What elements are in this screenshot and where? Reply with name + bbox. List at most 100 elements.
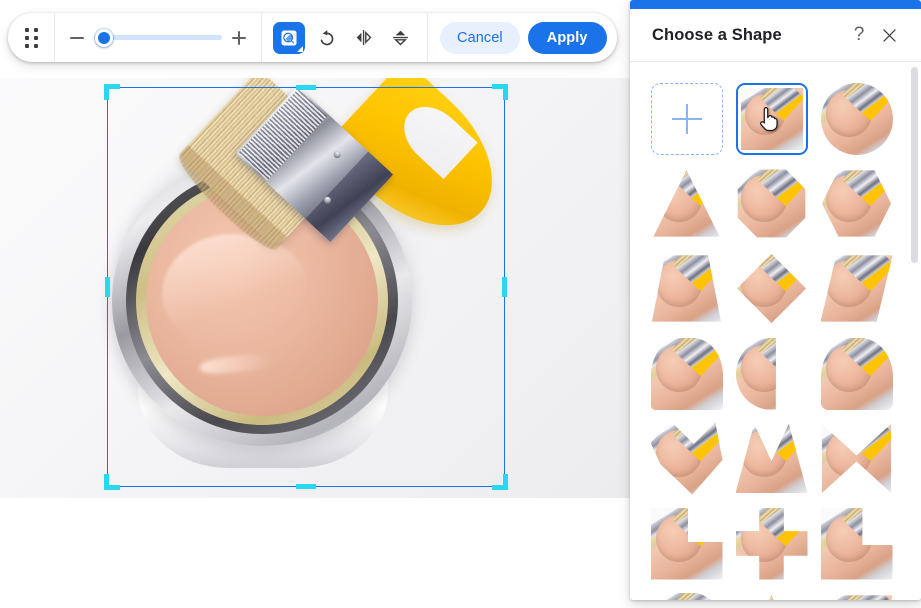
- shape-thumb: [650, 422, 723, 495]
- shape-preview-arch: [650, 592, 723, 600]
- shape-stamp-icon: [281, 30, 297, 45]
- shape-preview-square: [740, 87, 803, 150]
- shape-option-octagon[interactable]: [729, 161, 814, 246]
- dots-grid: [24, 27, 38, 48]
- panel-accent-bar: [630, 0, 921, 9]
- apply-button[interactable]: Apply: [527, 21, 607, 54]
- shape-thumb: [735, 507, 808, 580]
- shape-preview-bowtie: [821, 423, 892, 494]
- shape-preview-diamond: [736, 253, 807, 324]
- image-editor-app: Cancel Apply Choose a Shape ?: [0, 0, 921, 608]
- shape-thumb: [735, 337, 808, 410]
- image-canvas[interactable]: [0, 78, 630, 498]
- shape-option-square[interactable]: [729, 76, 814, 161]
- shape-grid: [644, 76, 909, 600]
- shape-option-parallelogram[interactable]: [814, 246, 899, 331]
- shape-option-circle[interactable]: [814, 76, 899, 161]
- ferrule-rivet: [332, 149, 343, 160]
- shape-option-trapezoid[interactable]: [644, 246, 729, 331]
- minus-icon[interactable]: [69, 30, 85, 46]
- shape-thumb: [736, 593, 808, 600]
- cancel-button[interactable]: Cancel: [440, 21, 520, 54]
- flip-vertical-icon: [392, 30, 408, 46]
- shape-preview-rounded-top: [650, 337, 723, 410]
- shape-preview-circle: [820, 82, 893, 155]
- image-toolbar: Cancel Apply: [8, 13, 617, 62]
- paint-brush: [177, 78, 590, 366]
- shape-tool-button[interactable]: [273, 21, 305, 54]
- shape-preview-triangle-2: [738, 595, 805, 600]
- shape-thumb: [651, 253, 723, 325]
- shape-preview-parallelogram-2: [820, 595, 893, 600]
- paint-can-image: [0, 78, 630, 498]
- shape-option-parallelogram-2[interactable]: [814, 586, 899, 600]
- shape-preview-triangle: [653, 170, 720, 237]
- flip-vertical-tool-button[interactable]: [384, 22, 416, 54]
- panel-header: Choose a Shape ?: [630, 9, 921, 62]
- flip-horizontal-tool-button[interactable]: [347, 22, 379, 54]
- shape-thumb: [821, 168, 893, 240]
- shape-thumb: [650, 337, 723, 410]
- shape-thumb: [736, 168, 808, 240]
- toolbar-actions-section: Cancel Apply: [428, 13, 617, 62]
- transparency-slider-section: [55, 13, 261, 62]
- shape-thumb: [820, 593, 893, 600]
- shape-preview-cross: [735, 507, 808, 580]
- rotate-tool-button[interactable]: [310, 22, 342, 54]
- shape-preview-chevron-up: [735, 423, 808, 494]
- shape-preview-hexagon: [821, 170, 892, 237]
- rotate-left-icon: [320, 30, 333, 46]
- shape-option-arch[interactable]: [644, 586, 729, 600]
- shape-preview-trapezoid: [651, 255, 722, 322]
- add-shape-button[interactable]: [644, 76, 729, 161]
- shape-preview-bullet: [820, 337, 893, 410]
- shape-thumb: [651, 168, 723, 240]
- shape-thumb: [820, 507, 893, 580]
- plus-icon[interactable]: [231, 30, 247, 46]
- shape-option-double-diamond[interactable]: [644, 416, 729, 501]
- shape-preview-l-shape: [650, 507, 723, 580]
- shape-thumb: [820, 253, 893, 325]
- shape-option-hexagon[interactable]: [814, 161, 899, 246]
- shape-option-l-shape-wide[interactable]: [814, 501, 899, 586]
- help-icon[interactable]: ?: [844, 20, 874, 50]
- drag-handle-icon[interactable]: [8, 13, 54, 62]
- shape-thumb: [735, 423, 808, 495]
- shape-option-triangle[interactable]: [644, 161, 729, 246]
- shape-list-scroll-area[interactable]: [630, 62, 921, 600]
- slider-thumb[interactable]: [95, 28, 113, 47]
- shape-preview-double-diamond: [650, 422, 723, 495]
- shape-option-half-circle[interactable]: [729, 331, 814, 416]
- shape-option-l-shape[interactable]: [644, 501, 729, 586]
- shape-option-bowtie[interactable]: [814, 416, 899, 501]
- shape-preview-l-shape-wide: [820, 507, 893, 580]
- shape-preview-parallelogram: [820, 255, 893, 322]
- shape-preview-half-circle: [735, 337, 776, 410]
- choose-shape-panel: Choose a Shape ?: [630, 0, 921, 600]
- plus-icon: [671, 103, 702, 134]
- shape-thumb: [820, 82, 893, 155]
- shape-option-triangle-2[interactable]: [729, 586, 814, 600]
- flip-horizontal-icon: [356, 30, 371, 45]
- shape-thumb: [650, 592, 723, 600]
- shape-thumb: [736, 253, 808, 325]
- add-shape-dashed-box: [650, 82, 723, 155]
- shape-thumb-selected: [735, 82, 808, 155]
- shape-thumb: [820, 337, 893, 410]
- editor-canvas-area: Cancel Apply: [0, 0, 630, 608]
- close-x-glyph: [882, 28, 896, 42]
- shape-thumb: [650, 507, 723, 580]
- shape-thumb: [821, 423, 893, 495]
- toolbar-tools-section: [262, 13, 427, 62]
- panel-title: Choose a Shape: [652, 25, 782, 44]
- slider-input[interactable]: [94, 28, 222, 47]
- toolbar-drag-section: [8, 13, 54, 62]
- shape-option-chevron-up[interactable]: [729, 416, 814, 501]
- shape-preview-octagon: [737, 169, 806, 238]
- shape-option-diamond[interactable]: [729, 246, 814, 331]
- shape-option-bullet[interactable]: [814, 331, 899, 416]
- shape-option-rounded-top[interactable]: [644, 331, 729, 416]
- shape-option-cross[interactable]: [729, 501, 814, 586]
- vertical-scrollbar[interactable]: [911, 67, 918, 263]
- close-icon[interactable]: [874, 20, 904, 50]
